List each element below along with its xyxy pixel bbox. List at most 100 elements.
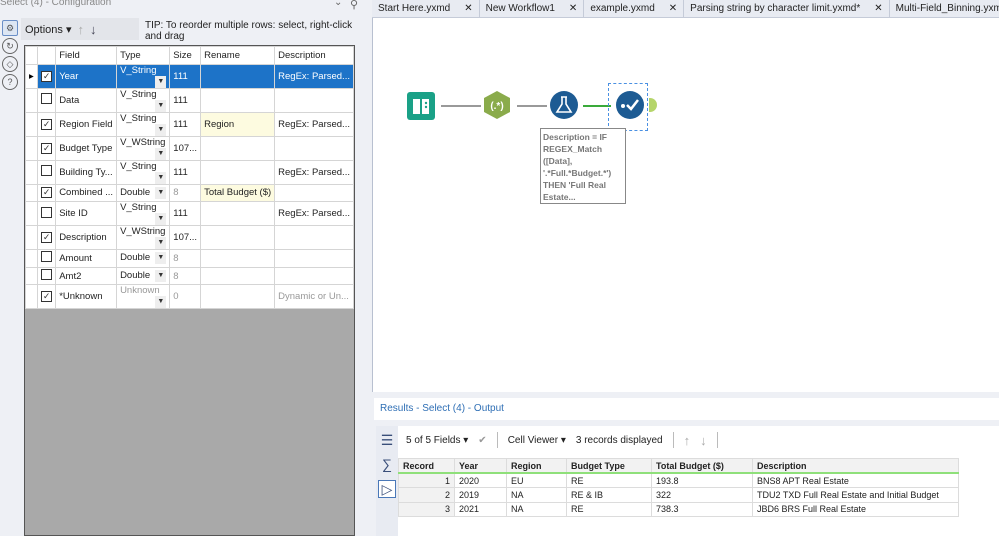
field-row[interactable]: Building Ty... V_String ▼ 111 RegEx: Parsed.… xyxy=(24,159,354,185)
checkbox[interactable] xyxy=(41,251,53,263)
chevron-down-icon[interactable]: ▼ xyxy=(155,237,167,249)
field-checkbox-cell[interactable]: ✓ xyxy=(37,111,57,137)
field-row[interactable]: ✓ Budget Type V_WString ▼ 107... xyxy=(24,135,354,161)
rename-cell[interactable] xyxy=(200,284,276,310)
size-cell[interactable]: 111 xyxy=(169,111,202,137)
checkbox[interactable] xyxy=(41,165,53,177)
tab[interactable]: example.yxmd ✕ xyxy=(584,0,685,17)
regex-tool[interactable]: (.*) xyxy=(482,90,512,120)
rename-cell[interactable] xyxy=(200,159,276,185)
field-checkbox-cell[interactable] xyxy=(37,201,57,227)
type-select[interactable]: V_String ▼ xyxy=(116,87,171,113)
output-view-icon[interactable]: ▷ xyxy=(378,480,396,498)
field-row[interactable]: ✓ *Unknown Unknown ▼ 0 Dynamic or Un... xyxy=(24,284,354,310)
description-cell[interactable]: RegEx: Parsed... xyxy=(274,111,354,137)
col-rename[interactable]: Rename xyxy=(200,46,276,65)
checkbox[interactable] xyxy=(41,93,53,105)
checkbox[interactable]: ✓ xyxy=(41,142,53,154)
connection-icon[interactable]: ↻ xyxy=(2,38,18,54)
size-cell[interactable]: 111 xyxy=(169,159,202,185)
arrow-down-icon[interactable]: ↓ xyxy=(700,433,707,448)
table-view-icon[interactable]: ☰ xyxy=(378,432,396,450)
size-cell[interactable]: 111 xyxy=(169,201,202,227)
results-column-header[interactable]: Budget Type xyxy=(566,458,652,474)
checkbox[interactable] xyxy=(41,206,53,218)
field-row[interactable]: ▸ ✓ Year V_String ▼ 111 RegEx: Parsed... xyxy=(24,63,354,89)
tab[interactable]: Parsing string by character limit.yxmd* ✕ xyxy=(684,0,890,17)
close-icon[interactable]: ✕ xyxy=(669,3,677,14)
rename-cell[interactable] xyxy=(200,87,276,113)
description-cell[interactable]: RegEx: Parsed... xyxy=(274,63,354,89)
field-checkbox-cell[interactable]: ✓ xyxy=(37,63,57,89)
type-select[interactable]: Double ▼ xyxy=(116,266,171,286)
description-cell[interactable] xyxy=(274,135,354,161)
type-select[interactable]: V_String ▼ xyxy=(116,111,171,137)
col-field[interactable]: Field xyxy=(55,46,118,65)
chevron-down-icon[interactable]: ⌄ xyxy=(334,0,342,8)
help-icon[interactable]: ? xyxy=(2,74,18,90)
description-cell[interactable]: Dynamic or Un... xyxy=(274,284,354,310)
field-checkbox-cell[interactable]: ✓ xyxy=(37,225,57,251)
chevron-down-icon[interactable]: ▼ xyxy=(155,186,167,199)
results-row[interactable]: 3 2021 NA RE 738.3 JBD6 BRS Full Real Estate xyxy=(398,501,959,517)
type-select[interactable]: V_String ▼ xyxy=(116,159,171,185)
close-icon[interactable]: ✕ xyxy=(464,3,472,14)
formula-tool[interactable] xyxy=(549,90,579,120)
size-cell[interactable]: 111 xyxy=(169,87,202,113)
checkbox[interactable]: ✓ xyxy=(41,70,53,82)
row-selector[interactable] xyxy=(24,266,39,286)
row-selector[interactable] xyxy=(24,159,39,185)
workflow-canvas[interactable]: (.*) Description = IF REGEX_Match ([Data… xyxy=(372,18,999,392)
col-description[interactable]: Description xyxy=(274,46,354,65)
size-cell[interactable]: 107... xyxy=(169,135,202,161)
size-cell[interactable]: 107... xyxy=(169,225,202,251)
close-icon[interactable]: ✕ xyxy=(569,3,577,14)
row-selector[interactable] xyxy=(24,249,39,268)
field-row[interactable]: ✓ Region Field V_String ▼ 111 Region RegEx: Pa… xyxy=(24,111,354,137)
tag-icon[interactable]: ◇ xyxy=(2,56,18,72)
results-column-header[interactable]: Year xyxy=(454,458,507,474)
close-icon[interactable]: ✕ xyxy=(874,3,882,14)
move-down-icon[interactable]: ↓ xyxy=(90,22,97,37)
chevron-down-icon[interactable]: ▼ xyxy=(155,171,167,184)
options-dropdown[interactable]: Options ▾ xyxy=(25,23,72,36)
checkbox[interactable]: ✓ xyxy=(41,232,53,244)
check-icon[interactable]: ✔ xyxy=(478,435,486,446)
field-row[interactable]: Data V_String ▼ 111 xyxy=(24,87,354,113)
results-column-header[interactable]: Total Budget ($) xyxy=(651,458,753,474)
chevron-down-icon[interactable]: ▼ xyxy=(155,147,167,160)
rename-cell[interactable] xyxy=(200,135,276,161)
rename-cell[interactable] xyxy=(200,225,276,251)
description-cell[interactable] xyxy=(274,183,354,203)
type-select[interactable]: Double ▼ xyxy=(116,183,171,203)
field-row[interactable]: ✓ Description V_WString ▼ 107... xyxy=(24,225,354,251)
row-selector[interactable] xyxy=(24,87,39,113)
fields-dropdown[interactable]: 5 of 5 Fields ▾ xyxy=(406,435,468,446)
output-anchor[interactable] xyxy=(649,98,657,112)
checkbox[interactable]: ✓ xyxy=(41,291,53,303)
col-type[interactable]: Type xyxy=(116,46,171,65)
size-cell[interactable]: 8 xyxy=(169,183,202,203)
row-selector[interactable] xyxy=(24,284,39,310)
results-row[interactable]: 1 2020 EU RE 193.8 BNS8 APT Real Estate xyxy=(398,472,959,488)
tab[interactable]: Start Here.yxmd ✕ xyxy=(372,0,480,17)
description-cell[interactable] xyxy=(274,249,354,268)
type-select[interactable]: V_WString ▼ xyxy=(116,225,171,251)
pin-icon[interactable]: ⚲ xyxy=(350,0,358,11)
chevron-down-icon[interactable]: ▼ xyxy=(155,252,167,265)
row-selector[interactable] xyxy=(24,225,39,251)
type-select[interactable]: V_WString ▼ xyxy=(116,135,171,161)
field-checkbox-cell[interactable]: ✓ xyxy=(37,284,57,310)
checkbox[interactable]: ✓ xyxy=(41,118,53,130)
size-cell[interactable]: 8 xyxy=(169,266,202,286)
rename-cell[interactable] xyxy=(200,201,276,227)
results-column-header[interactable]: Record xyxy=(398,458,455,474)
field-checkbox-cell[interactable] xyxy=(37,266,57,286)
field-checkbox-cell[interactable]: ✓ xyxy=(37,183,57,203)
field-row[interactable]: Amt2 Double ▼ 8 xyxy=(24,266,354,286)
tab[interactable]: Multi-Field_Binning.yxmd✕ xyxy=(890,0,999,17)
size-cell[interactable]: 0 xyxy=(169,284,202,310)
row-selector[interactable] xyxy=(24,183,39,203)
type-select[interactable]: V_String ▼ xyxy=(116,201,171,227)
type-select[interactable]: Unknown ▼ xyxy=(116,284,171,310)
